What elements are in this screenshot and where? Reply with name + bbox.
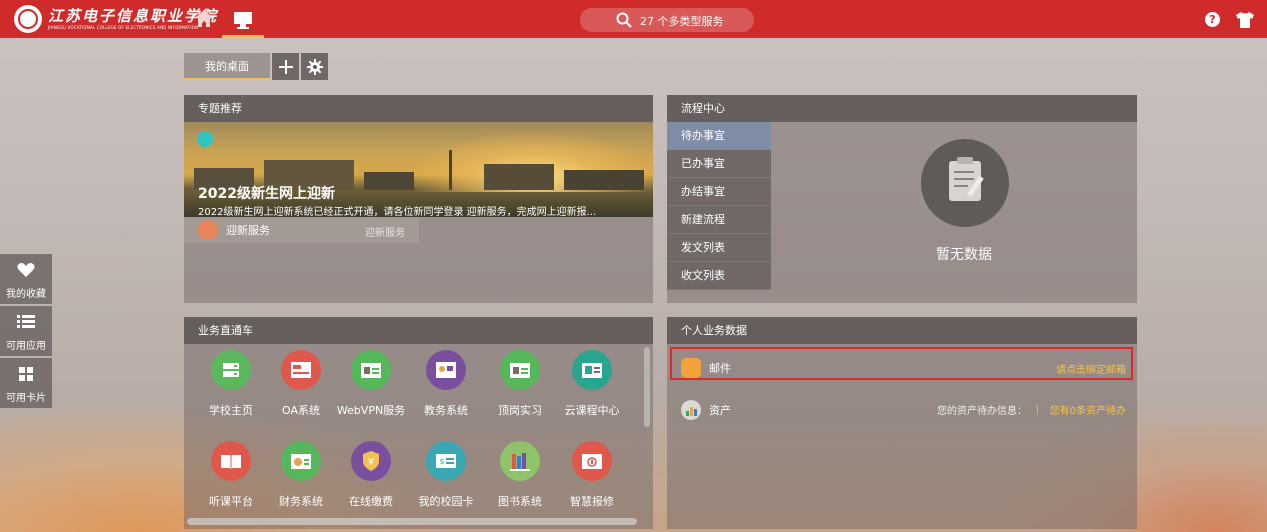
app-label: 教务系统 — [424, 404, 468, 417]
asset-label: 资产 — [709, 403, 731, 417]
oa-icon — [281, 350, 321, 390]
side-apps-label: 可用应用 — [6, 341, 46, 352]
vertical-scrollbar[interactable] — [644, 347, 650, 427]
asset-row[interactable]: 资产 您的资产待办信息： | 您有0条资产待办 — [667, 390, 1137, 430]
app-grid: 学校主页 OA系统 WebVPN服务 教务系统 顶岗实习 云课程中心 听课平台 … — [184, 344, 644, 529]
service-name: 迎新服务 — [226, 224, 270, 237]
apps-panel-title: 业务直通车 — [184, 317, 653, 344]
app-lecture-platform[interactable]: 听课平台 — [196, 441, 266, 509]
asset-info: 您的资产待办信息： — [937, 406, 1027, 417]
top-bar: 江苏电子信息职业学院 JIANGSU VOCATIONAL COLLEGE OF… — [0, 0, 1267, 38]
app-academic-system[interactable]: 教务系统 — [411, 350, 481, 418]
clipboard-icon — [921, 139, 1009, 227]
feature-panel: 专题推荐 2022级新生网上迎新 2022级新生网上迎新系统已经正式开通，请各位… — [184, 95, 653, 303]
app-library-system[interactable]: 图书系统 — [485, 441, 555, 509]
app-label: 财务系统 — [279, 495, 323, 508]
side-apps[interactable]: 可用应用 — [0, 306, 52, 356]
yen-shield-icon: ¥ — [351, 441, 391, 481]
app-cloud-course[interactable]: 云课程中心 — [557, 350, 627, 418]
service-link[interactable]: 迎新服务 迎新服务 — [184, 217, 419, 243]
app-label: 学校主页 — [209, 404, 253, 417]
app-label: 我的校园卡 — [418, 495, 474, 508]
mail-row-highlight — [670, 347, 1133, 380]
desktop-tabs: 我的桌面 — [184, 53, 328, 80]
teacher-board-icon — [426, 350, 466, 390]
flow-item-done[interactable]: 已办事宜 — [667, 150, 771, 178]
app-label: WebVPN服务 — [336, 404, 406, 417]
asset-separator: | — [1035, 404, 1039, 415]
repair-icon — [572, 441, 612, 481]
app-label: 云课程中心 — [564, 404, 620, 417]
heart-icon — [17, 262, 35, 277]
app-campus-card[interactable]: $ 我的校园卡 — [411, 441, 481, 509]
empty-state: 暂无数据 — [771, 122, 1137, 303]
app-label: 顶岗实习 — [498, 404, 542, 417]
app-online-payment[interactable]: ¥ 在线缴费 — [336, 441, 406, 509]
app-label: 图书系统 — [498, 495, 542, 508]
flow-item-new[interactable]: 新建流程 — [667, 206, 771, 234]
internship-card-icon — [500, 350, 540, 390]
app-label: OA系统 — [282, 404, 320, 417]
app-label: 在线缴费 — [349, 495, 393, 508]
college-logo[interactable]: 江苏电子信息职业学院 JIANGSU VOCATIONAL COLLEGE OF… — [14, 4, 218, 34]
search-bar[interactable]: 27 个多类型服务 — [580, 8, 754, 32]
feature-banner[interactable]: 2022级新生网上迎新 2022级新生网上迎新系统已经正式开通，请各位新同学登录… — [184, 122, 653, 217]
app-internship[interactable]: 顶岗实习 — [485, 350, 555, 418]
app-label: 听课平台 — [209, 495, 253, 508]
flow-item-pending[interactable]: 待办事宜 — [667, 122, 771, 150]
service-tag: 迎新服务 — [365, 228, 405, 239]
payment-card-icon: $ — [426, 441, 466, 481]
flow-item-outgoing[interactable]: 发文列表 — [667, 234, 771, 262]
home-icon[interactable] — [193, 8, 215, 30]
banner-indicator-dot — [197, 131, 213, 147]
plus-icon — [278, 59, 293, 74]
empty-state-text: 暂无数据 — [936, 247, 992, 263]
side-cards[interactable]: 可用卡片 — [0, 358, 52, 408]
search-text: 27 个多类型服务 — [640, 15, 724, 28]
theme-shirt-icon[interactable] — [1235, 11, 1255, 29]
personal-panel-title: 个人业务数据 — [667, 317, 1137, 344]
business-apps-panel: 业务直通车 学校主页 OA系统 WebVPN服务 教务系统 顶岗实习 云课程中心… — [184, 317, 653, 529]
grid-icon — [19, 367, 33, 381]
flow-panel-title: 流程中心 — [667, 95, 1137, 122]
flow-center-panel: 流程中心 待办事宜 已办事宜 办结事宜 新建流程 发文列表 收文列表 暂无数据 — [667, 95, 1137, 303]
app-school-homepage[interactable]: 学校主页 — [196, 350, 266, 418]
library-books-icon — [500, 441, 540, 481]
welcome-service-icon — [198, 220, 218, 240]
side-favorites[interactable]: 我的收藏 — [0, 254, 52, 304]
app-webvpn[interactable]: WebVPN服务 — [336, 350, 406, 418]
asset-pending-link[interactable]: 您有0条资产待办 — [1050, 402, 1126, 417]
app-smart-repair[interactable]: 智慧报修 — [557, 441, 627, 509]
course-card-icon — [572, 350, 612, 390]
feature-panel-title: 专题推荐 — [184, 95, 653, 122]
desktop-icon[interactable] — [222, 0, 264, 38]
gear-icon — [306, 58, 323, 75]
flow-item-completed[interactable]: 办结事宜 — [667, 178, 771, 206]
tab-my-desktop[interactable]: 我的桌面 — [184, 53, 270, 80]
svg-text:$: $ — [439, 457, 444, 466]
settings-button[interactable] — [301, 53, 328, 80]
flow-menu: 待办事宜 已办事宜 办结事宜 新建流程 发文列表 收文列表 — [667, 122, 771, 290]
app-finance-system[interactable]: 财务系统 — [266, 441, 336, 509]
id-card-icon — [351, 350, 391, 390]
help-icon[interactable]: ? — [1205, 12, 1220, 27]
list-icon — [17, 315, 35, 328]
college-seal-icon — [14, 5, 42, 33]
book-icon — [211, 441, 251, 481]
search-icon — [616, 12, 632, 28]
active-tab-indicator — [222, 35, 264, 38]
finance-chart-icon — [281, 441, 321, 481]
banner-description: 2022级新生网上迎新系统已经正式开通，请各位新同学登录 迎新服务，完成网上迎新… — [198, 207, 597, 217]
app-oa-system[interactable]: OA系统 — [266, 350, 336, 418]
server-icon — [211, 350, 251, 390]
side-favorites-label: 我的收藏 — [6, 289, 46, 300]
flow-item-incoming[interactable]: 收文列表 — [667, 262, 771, 290]
side-cards-label: 可用卡片 — [6, 393, 46, 404]
asset-chart-icon — [681, 399, 701, 420]
horizontal-scrollbar[interactable] — [187, 518, 637, 525]
svg-text:¥: ¥ — [368, 457, 374, 468]
app-label: 智慧报修 — [570, 495, 614, 508]
banner-title: 2022级新生网上迎新 — [198, 186, 335, 202]
add-tab-button[interactable] — [272, 53, 299, 80]
